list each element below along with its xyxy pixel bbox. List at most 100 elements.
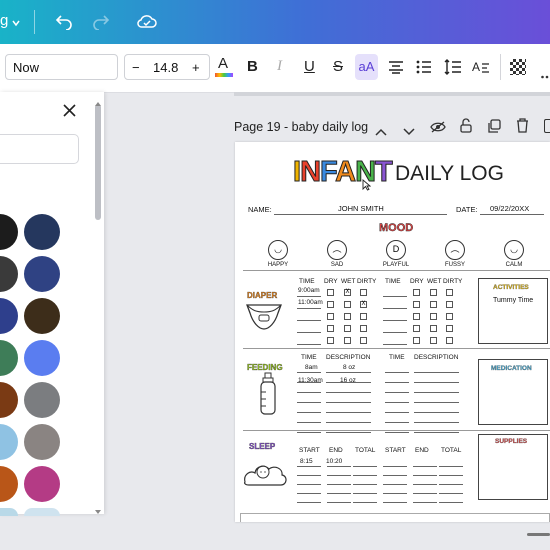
feeding-time-line[interactable] bbox=[297, 372, 321, 373]
sleep-entry-line[interactable] bbox=[439, 466, 463, 467]
diaper-checkbox[interactable] bbox=[327, 301, 334, 308]
page-title[interactable]: Page 19 - baby daily log bbox=[234, 120, 368, 134]
diaper-time-line[interactable] bbox=[297, 320, 321, 321]
color-swatch[interactable] bbox=[24, 340, 60, 376]
sleep-value[interactable]: 8:15 bbox=[300, 458, 313, 465]
diaper-checkbox[interactable] bbox=[327, 289, 334, 296]
text-effects-icon[interactable]: A bbox=[472, 59, 490, 80]
color-swatch[interactable] bbox=[0, 508, 18, 516]
scroll-down-arrow-icon[interactable] bbox=[94, 502, 102, 520]
delete-page-icon[interactable] bbox=[516, 118, 529, 138]
color-swatch[interactable] bbox=[0, 466, 18, 502]
sleep-entry-line[interactable] bbox=[353, 484, 377, 485]
sleep-entry-line[interactable] bbox=[297, 466, 321, 467]
diaper-checkbox[interactable] bbox=[327, 325, 334, 332]
diaper-checkbox[interactable]: X bbox=[360, 301, 367, 308]
diaper-checkbox[interactable] bbox=[446, 301, 453, 308]
sleep-entry-line[interactable] bbox=[327, 484, 351, 485]
feeding-desc-line[interactable] bbox=[414, 412, 459, 413]
diaper-checkbox[interactable] bbox=[327, 313, 334, 320]
diaper-checkbox[interactable] bbox=[413, 325, 420, 332]
feeding-desc-value[interactable]: 16 oz bbox=[340, 377, 356, 384]
diaper-time-line[interactable] bbox=[297, 332, 321, 333]
underline-button[interactable]: U bbox=[304, 58, 315, 75]
more-options-icon[interactable] bbox=[541, 66, 550, 84]
letter-case-button[interactable]: aA bbox=[355, 54, 378, 80]
diaper-checkbox[interactable]: X bbox=[344, 289, 351, 296]
sleep-entry-line[interactable] bbox=[297, 484, 321, 485]
diaper-checkbox[interactable] bbox=[430, 337, 437, 344]
color-swatch[interactable] bbox=[24, 298, 60, 334]
diaper-checkbox[interactable] bbox=[344, 313, 351, 320]
sleep-entry-line[interactable] bbox=[327, 475, 351, 476]
lock-icon[interactable] bbox=[460, 118, 472, 138]
color-swatch[interactable] bbox=[24, 256, 60, 292]
sleep-entry-line[interactable] bbox=[383, 502, 407, 503]
sleep-entry-line[interactable] bbox=[297, 493, 321, 494]
color-swatch[interactable] bbox=[0, 298, 18, 334]
feeding-desc-line[interactable] bbox=[414, 382, 459, 383]
duplicate-page-icon[interactable] bbox=[487, 119, 501, 138]
sleep-entry-line[interactable] bbox=[383, 493, 407, 494]
diaper-checkbox[interactable] bbox=[446, 289, 453, 296]
feeding-desc-line[interactable] bbox=[414, 402, 459, 403]
sleep-entry-line[interactable] bbox=[297, 502, 321, 503]
diaper-time-value[interactable]: 11:00am bbox=[298, 299, 323, 306]
mood-face-icon[interactable]: ︵ bbox=[445, 240, 465, 260]
color-swatch[interactable] bbox=[0, 256, 18, 292]
feeding-desc-line[interactable] bbox=[414, 372, 459, 373]
sleep-entry-line[interactable] bbox=[353, 475, 377, 476]
doc-title-colored[interactable]: INFANT bbox=[292, 156, 393, 189]
feeding-desc-line[interactable] bbox=[326, 412, 371, 413]
font-family-select[interactable]: Now bbox=[5, 54, 118, 80]
feeding-time-line[interactable] bbox=[297, 432, 321, 433]
hide-page-icon[interactable] bbox=[430, 120, 446, 138]
feeding-desc-line[interactable] bbox=[414, 392, 459, 393]
sleep-entry-line[interactable] bbox=[439, 484, 463, 485]
diaper-time-line[interactable] bbox=[383, 308, 407, 309]
color-swatch[interactable] bbox=[24, 508, 60, 516]
sleep-entry-line[interactable] bbox=[353, 493, 377, 494]
undo-icon[interactable] bbox=[55, 12, 73, 35]
align-center-icon[interactable] bbox=[388, 60, 404, 79]
font-size-increase-button[interactable]: + bbox=[192, 60, 200, 75]
mood-face-icon[interactable]: ◡ bbox=[268, 240, 288, 260]
diaper-time-line[interactable] bbox=[297, 296, 321, 297]
sleep-value[interactable]: 10:20 bbox=[326, 458, 342, 465]
dropdown-chevron-icon[interactable] bbox=[12, 14, 20, 27]
feeding-time-line[interactable] bbox=[297, 412, 321, 413]
feeding-time-line[interactable] bbox=[385, 432, 409, 433]
sleep-entry-line[interactable] bbox=[413, 493, 437, 494]
cloud-saved-icon[interactable] bbox=[137, 12, 157, 35]
diaper-checkbox[interactable] bbox=[430, 289, 437, 296]
diaper-time-line[interactable] bbox=[383, 320, 407, 321]
feeding-time-line[interactable] bbox=[297, 392, 321, 393]
sleep-entry-line[interactable] bbox=[439, 502, 463, 503]
feeding-time-line[interactable] bbox=[385, 382, 409, 383]
diaper-time-line[interactable] bbox=[297, 308, 321, 309]
color-swatch[interactable] bbox=[24, 466, 60, 502]
feeding-desc-line[interactable] bbox=[414, 422, 459, 423]
sleep-entry-line[interactable] bbox=[383, 484, 407, 485]
feeding-time-line[interactable] bbox=[297, 402, 321, 403]
scroll-up-arrow-icon[interactable] bbox=[94, 94, 102, 112]
feeding-time-line[interactable] bbox=[385, 412, 409, 413]
diaper-checkbox[interactable] bbox=[344, 325, 351, 332]
transparency-icon[interactable] bbox=[510, 59, 526, 75]
diaper-checkbox[interactable] bbox=[413, 337, 420, 344]
page-up-icon[interactable] bbox=[375, 123, 387, 141]
feeding-time-line[interactable] bbox=[385, 372, 409, 373]
panel-scrollbar[interactable] bbox=[95, 104, 101, 220]
diaper-checkbox[interactable] bbox=[430, 301, 437, 308]
diaper-time-line[interactable] bbox=[297, 344, 321, 345]
mood-face-icon[interactable]: ︵ bbox=[327, 240, 347, 260]
feeding-desc-line[interactable] bbox=[326, 372, 371, 373]
diaper-checkbox[interactable] bbox=[360, 337, 367, 344]
sleep-entry-line[interactable] bbox=[439, 493, 463, 494]
diaper-checkbox[interactable] bbox=[344, 301, 351, 308]
feeding-desc-value[interactable]: 8 oz bbox=[343, 364, 355, 371]
diaper-checkbox[interactable] bbox=[327, 337, 334, 344]
close-icon[interactable] bbox=[63, 104, 76, 122]
diaper-checkbox[interactable] bbox=[413, 289, 420, 296]
diaper-checkbox[interactable] bbox=[360, 313, 367, 320]
